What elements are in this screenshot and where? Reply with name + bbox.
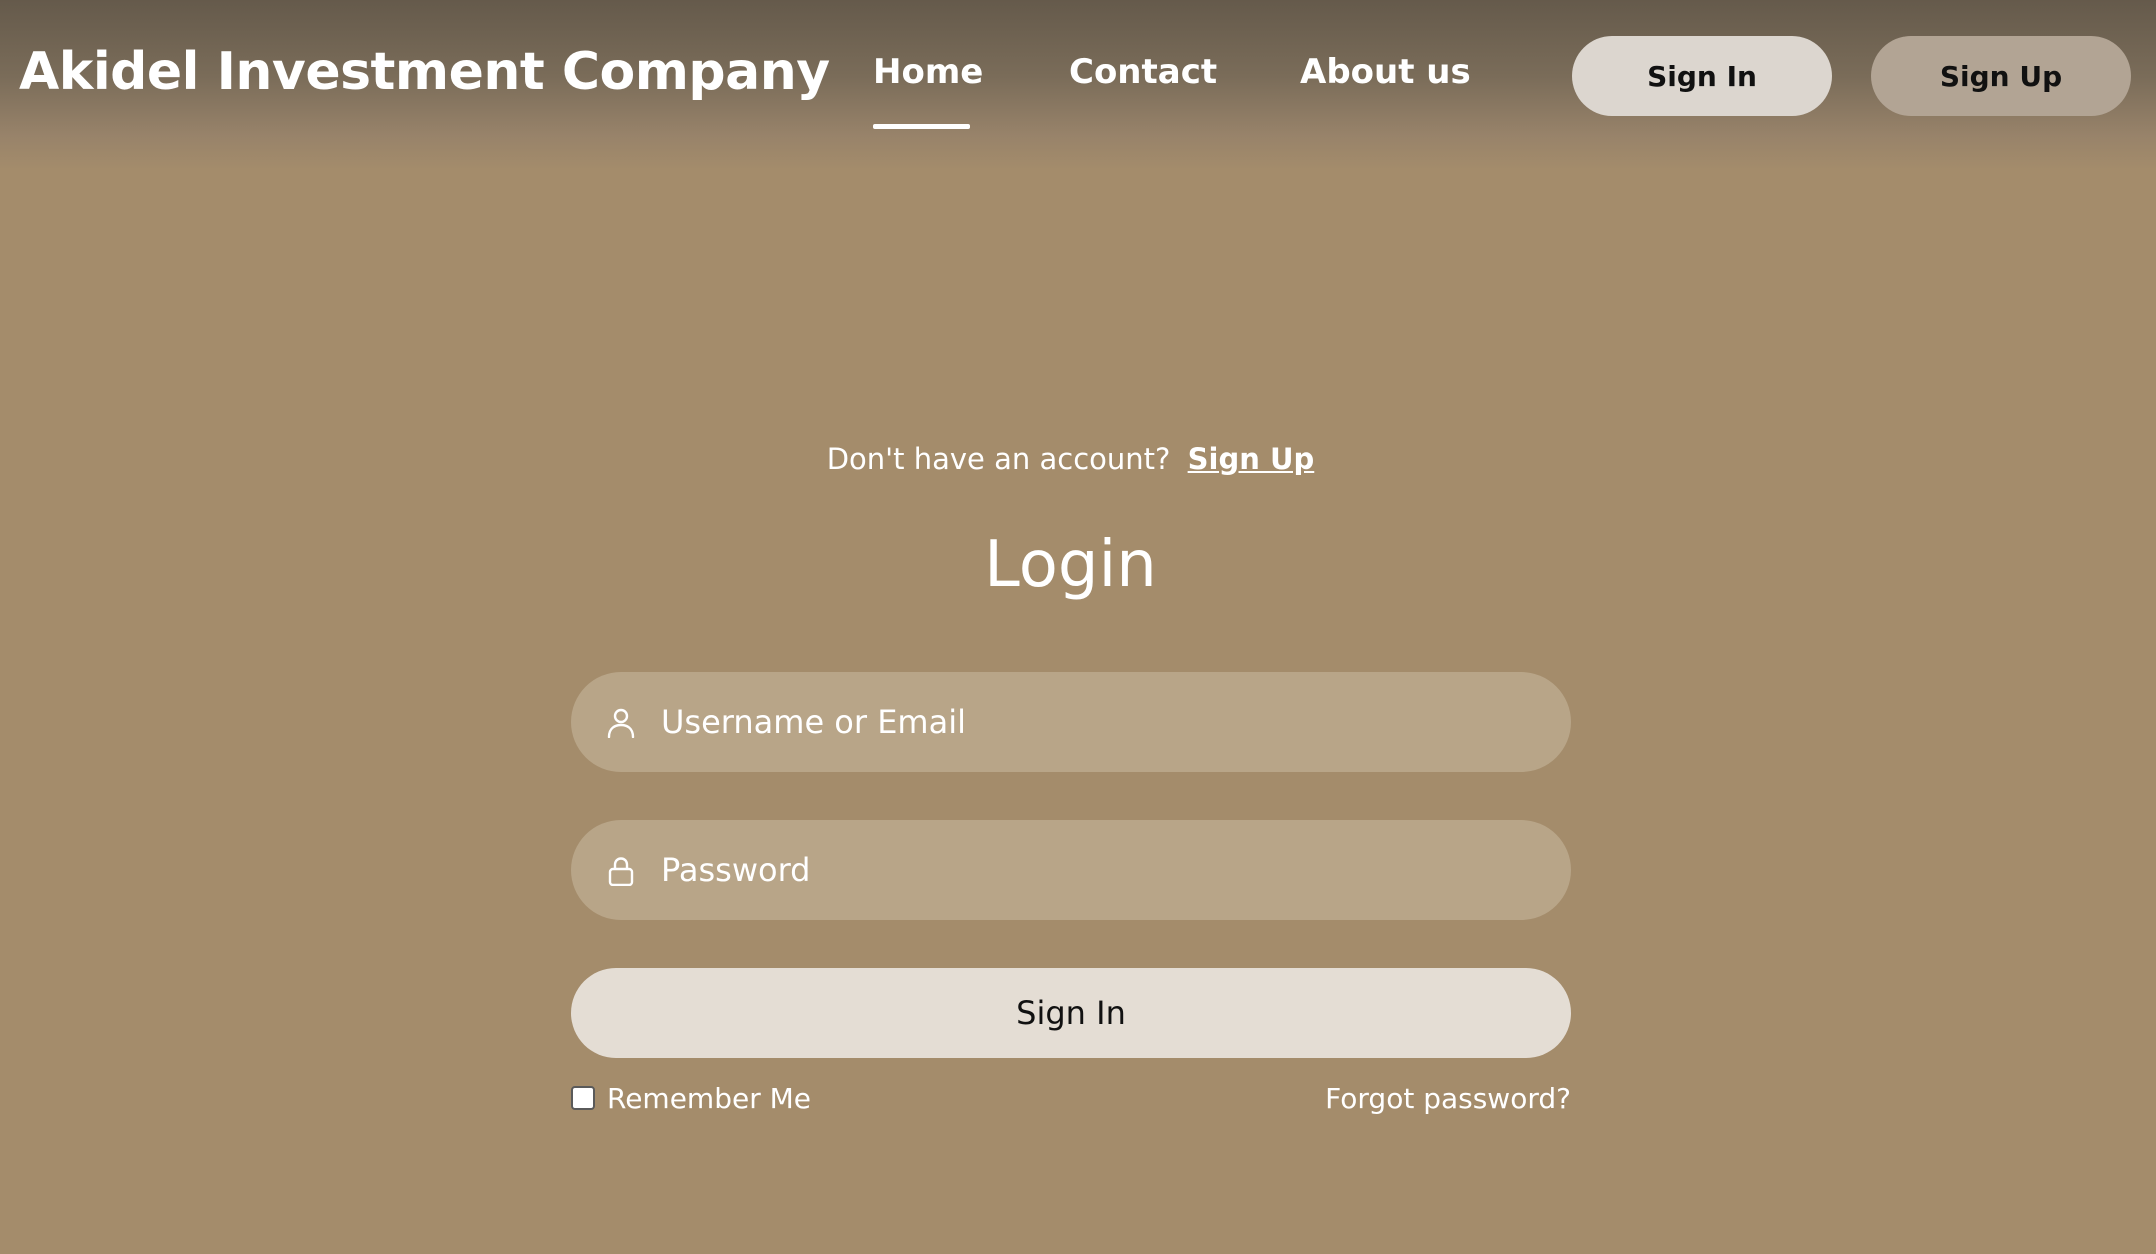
account-prompt-line: Don't have an account? Sign Up: [0, 442, 2141, 476]
username-input[interactable]: [661, 672, 1541, 772]
lock-icon: [608, 857, 634, 886]
remember-me-checkbox[interactable]: [571, 1086, 595, 1110]
header-sign-in-button[interactable]: Sign In: [1572, 36, 1832, 116]
password-input[interactable]: [661, 820, 1541, 920]
account-prompt-text: Don't have an account?: [826, 442, 1171, 476]
active-nav-indicator: [873, 124, 970, 129]
nav-contact-link[interactable]: Contact: [1069, 52, 1217, 92]
nav-about-link[interactable]: About us: [1300, 52, 1471, 92]
login-title: Login: [984, 528, 1157, 602]
remember-me-row: Remember Me: [571, 1082, 811, 1115]
sign-up-link[interactable]: Sign Up: [1188, 442, 1315, 476]
forgot-password-link[interactable]: Forgot password?: [1140, 1082, 1571, 1115]
brand-title: Akidel Investment Company: [19, 42, 830, 102]
remember-me-label[interactable]: Remember Me: [607, 1082, 811, 1115]
nav-home-link[interactable]: Home: [873, 52, 983, 92]
sign-in-submit-button[interactable]: Sign In: [571, 968, 1571, 1058]
user-icon: [607, 708, 635, 738]
username-field-container: [571, 672, 1571, 772]
header-sign-up-button[interactable]: Sign Up: [1871, 36, 2131, 116]
password-field-container: [571, 820, 1571, 920]
